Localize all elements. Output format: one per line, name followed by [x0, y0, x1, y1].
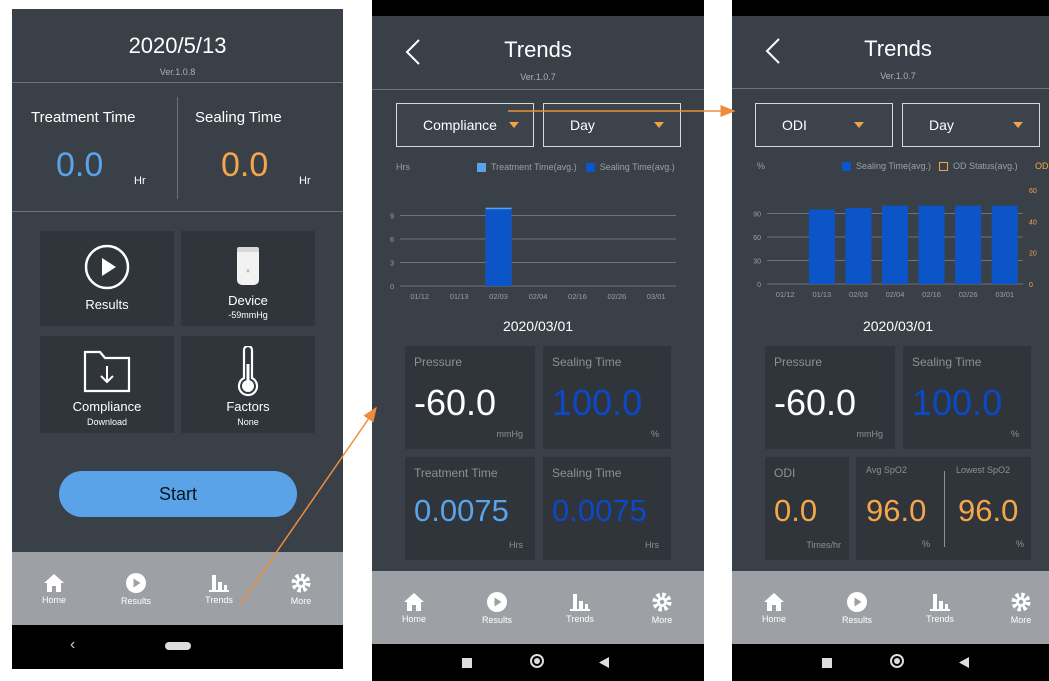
annotation-arrows	[239, 105, 736, 606]
arrow-trends-to-compliance	[239, 406, 377, 606]
